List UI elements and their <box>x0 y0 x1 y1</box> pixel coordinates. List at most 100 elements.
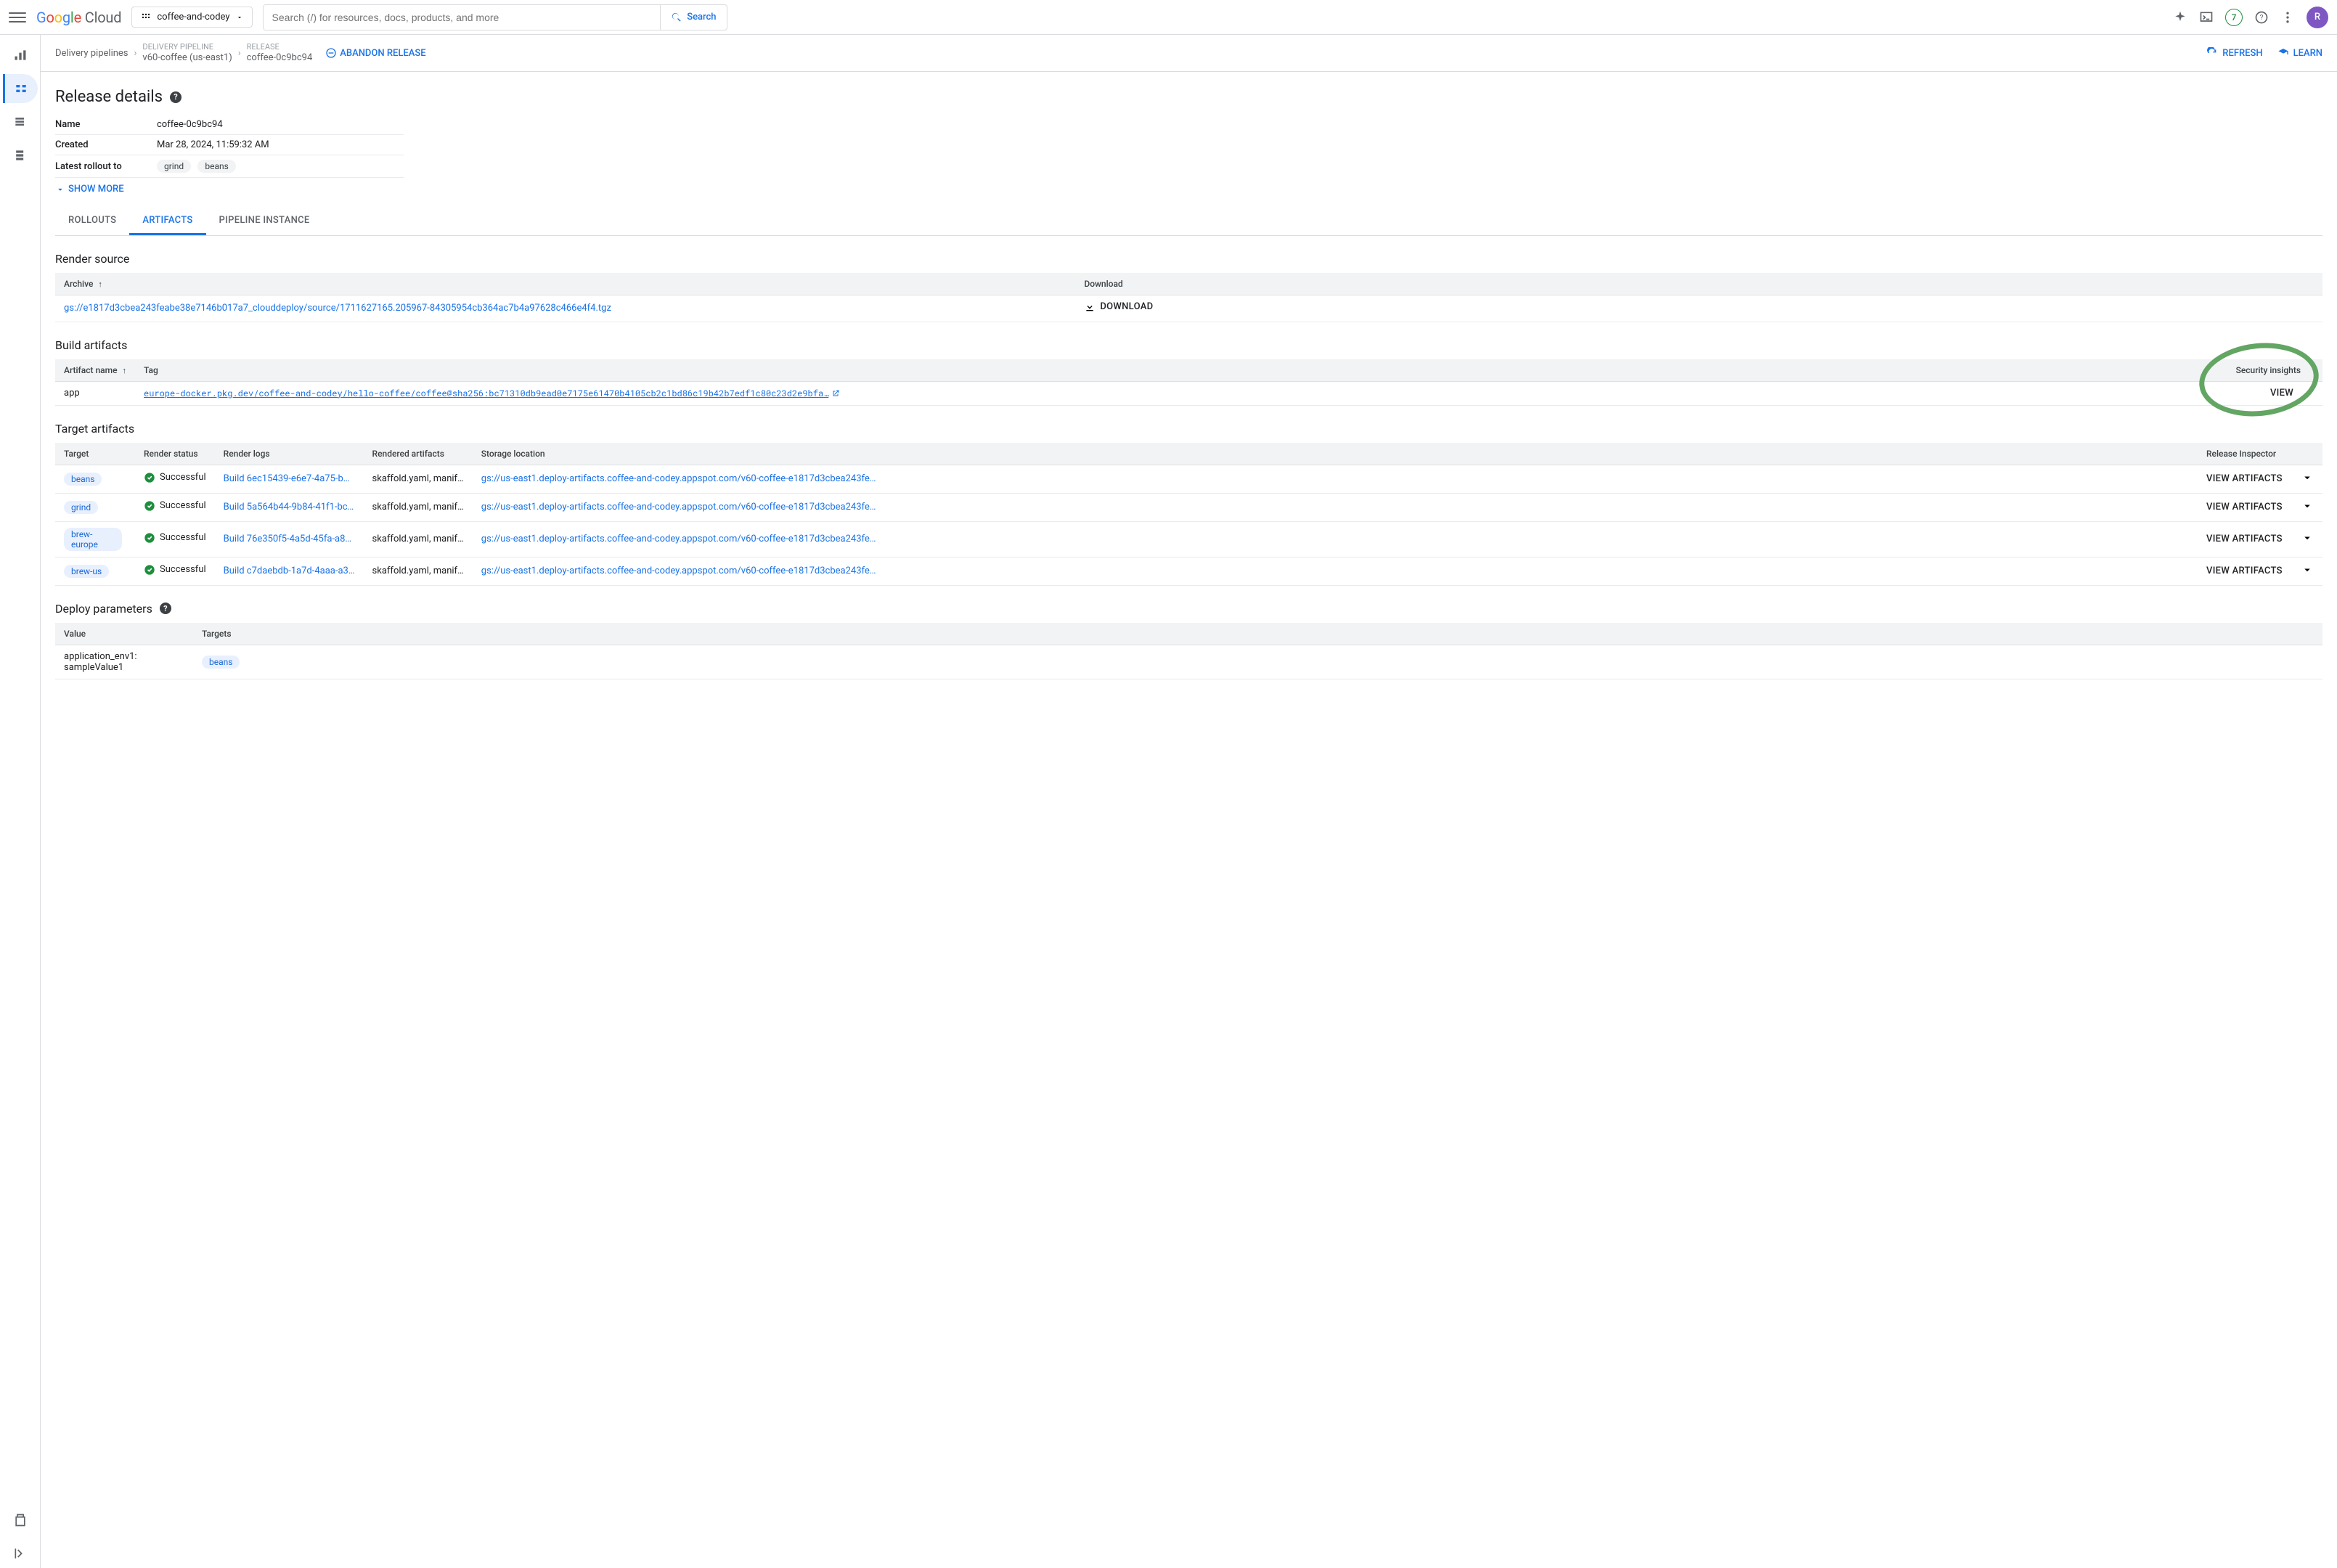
kv-rollout-label: Latest rollout to <box>55 155 157 178</box>
col-target: Target <box>55 443 135 465</box>
chevron-right-icon: › <box>238 48 241 59</box>
more-menu-icon[interactable] <box>2280 10 2295 25</box>
render-status: Successful <box>144 472 206 483</box>
breadcrumb-release: RELEASE coffee-0c9bc94 <box>247 42 313 64</box>
download-button[interactable]: DOWNLOAD <box>1084 301 1153 313</box>
target-chip[interactable]: beans <box>64 473 102 486</box>
col-archive[interactable]: Archive ↑ <box>55 273 1075 295</box>
deploy-params-table: Value Targets application_env1: sampleVa… <box>55 623 2322 679</box>
rollout-chip: grind <box>157 160 191 173</box>
artifact-tag-link[interactable]: europe-docker.pkg.dev/coffee-and-codey/h… <box>144 388 828 399</box>
search-icon <box>671 12 682 23</box>
refresh-icon <box>2206 47 2218 59</box>
col-value: Value <box>55 623 193 645</box>
expand-row-button[interactable] <box>2292 521 2322 557</box>
target-chip[interactable]: brew-europe <box>64 528 122 551</box>
trial-badge[interactable]: 7 <box>2225 9 2243 26</box>
rail-item-pipelines[interactable] <box>3 74 38 103</box>
view-artifacts-button[interactable]: VIEW ARTIFACTS <box>2206 502 2283 513</box>
kv-rollout-value: grind beans <box>157 155 404 178</box>
tab-pipeline-instance[interactable]: PIPELINE INSTANCE <box>206 208 323 235</box>
archive-link[interactable]: gs://e1817d3cbea243feabe38e7146b017a7_cl… <box>64 303 611 314</box>
learn-icon <box>2277 47 2289 59</box>
col-render-status: Render status <box>135 443 215 465</box>
search-input[interactable] <box>264 5 661 30</box>
table-row: gs://e1817d3cbea243feabe38e7146b017a7_cl… <box>55 295 2322 322</box>
caret-down-icon <box>236 14 243 21</box>
tab-rollouts[interactable]: ROLLOUTS <box>55 208 129 235</box>
refresh-button[interactable]: REFRESH <box>2206 47 2262 59</box>
col-targets: Targets <box>193 623 2322 645</box>
show-more-button[interactable]: SHOW MORE <box>55 184 124 195</box>
search-bar: Search <box>263 4 727 30</box>
pipeline-icon <box>14 81 28 96</box>
view-artifacts-button[interactable]: VIEW ARTIFACTS <box>2206 565 2283 576</box>
render-logs-link[interactable]: Build 76e350f5-4a5d-45fa-a8… <box>224 534 351 544</box>
table-row: app europe-docker.pkg.dev/coffee-and-cod… <box>55 381 2322 405</box>
expand-row-button[interactable] <box>2292 493 2322 521</box>
storage-link[interactable]: gs://us-east1.deploy-artifacts.coffee-an… <box>481 565 876 576</box>
help-tooltip-icon[interactable]: ? <box>160 603 171 614</box>
section-render-source: Render source <box>55 252 2322 266</box>
project-picker[interactable]: coffee-and-codey <box>131 7 252 28</box>
rail-item-sub1[interactable] <box>3 107 38 136</box>
section-target-artifacts: Target artifacts <box>55 422 2322 436</box>
col-artifact-name[interactable]: Artifact name ↑ <box>55 359 135 382</box>
rendered-artifacts: skaffold.yaml, manif… <box>364 493 473 521</box>
kv-created-value: Mar 28, 2024, 11:59:32 AM <box>157 135 404 155</box>
waffle-icon <box>141 12 151 23</box>
cloudshell-icon[interactable] <box>2199 10 2214 25</box>
project-name: coffee-and-codey <box>157 12 229 23</box>
kv-created-label: Created <box>55 135 157 155</box>
gcp-logo[interactable]: Google Cloud <box>36 9 121 26</box>
target-chip[interactable]: grind <box>64 501 98 514</box>
rail-item-marketplace[interactable] <box>3 1506 38 1535</box>
table-row: brew-usSuccessfulBuild c7daebdb-1a7d-4aa… <box>55 557 2322 585</box>
col-security-insights: Security insights <box>2199 359 2322 382</box>
stack2-icon <box>13 148 28 163</box>
deploy-icon <box>13 48 28 62</box>
stack-icon <box>13 115 28 129</box>
learn-button[interactable]: LEARN <box>2277 47 2322 59</box>
rail-item-product[interactable] <box>3 41 38 70</box>
section-deploy-params: Deploy parameters <box>55 602 152 616</box>
view-artifacts-button[interactable]: VIEW ARTIFACTS <box>2206 534 2283 544</box>
table-row: brew-europe Successful Build 76e350f5-4a5d… <box>55 521 2322 557</box>
account-avatar[interactable]: R <box>2307 7 2328 28</box>
gemini-icon[interactable] <box>2173 10 2187 25</box>
help-icon[interactable]: ? <box>2254 10 2269 25</box>
svg-text:?: ? <box>2260 14 2264 22</box>
build-artifacts-table: Artifact name ↑ Tag Security insights ap… <box>55 359 2322 406</box>
col-tag: Tag <box>135 359 2199 382</box>
clipboard-icon <box>13 1513 28 1527</box>
storage-link[interactable]: gs://us-east1.deploy-artifacts.coffee-an… <box>481 502 876 513</box>
page-title: Release details <box>55 88 163 106</box>
help-tooltip-icon[interactable]: ? <box>170 91 182 103</box>
target-chip[interactable]: brew-us <box>64 565 109 578</box>
rail-item-collapse[interactable] <box>3 1539 38 1568</box>
view-artifacts-button[interactable]: VIEW ARTIFACTS <box>2206 473 2283 484</box>
sort-up-icon: ↑ <box>98 279 102 289</box>
col-release-inspector: Release Inspector <box>2198 443 2292 465</box>
breadcrumb-pipeline[interactable]: DELIVERY PIPELINE v60-coffee (us-east1) <box>142 42 232 64</box>
expand-row-button[interactable] <box>2292 465 2322 493</box>
view-security-button[interactable]: VIEW <box>2270 388 2293 399</box>
chevron-right-icon: › <box>134 48 137 59</box>
render-logs-link[interactable]: Build 6ec15439-e6e7-4a75-b… <box>224 473 350 484</box>
rail-item-sub2[interactable] <box>3 141 38 170</box>
section-build-artifacts: Build artifacts <box>55 338 2322 352</box>
render-logs-link[interactable]: Build c7daebdb-1a7d-4aaa-a3… <box>224 565 355 576</box>
storage-link[interactable]: gs://us-east1.deploy-artifacts.coffee-an… <box>481 534 876 544</box>
storage-link[interactable]: gs://us-east1.deploy-artifacts.coffee-an… <box>481 473 876 484</box>
chevron-down-icon <box>2301 531 2314 544</box>
breadcrumb-root[interactable]: Delivery pipelines <box>55 48 129 59</box>
menu-button[interactable] <box>9 9 26 26</box>
abandon-release-button[interactable]: ABANDON RELEASE <box>325 47 425 59</box>
render-status: Successful <box>144 532 206 544</box>
tab-artifacts[interactable]: ARTIFACTS <box>129 208 205 235</box>
search-button[interactable]: Search <box>660 5 726 30</box>
render-logs-link[interactable]: Build 5a564b44-9b84-41f1-bc… <box>224 502 354 513</box>
expand-row-button[interactable] <box>2292 557 2322 585</box>
chevron-down-icon <box>2301 563 2314 576</box>
artifact-name: app <box>55 381 135 405</box>
